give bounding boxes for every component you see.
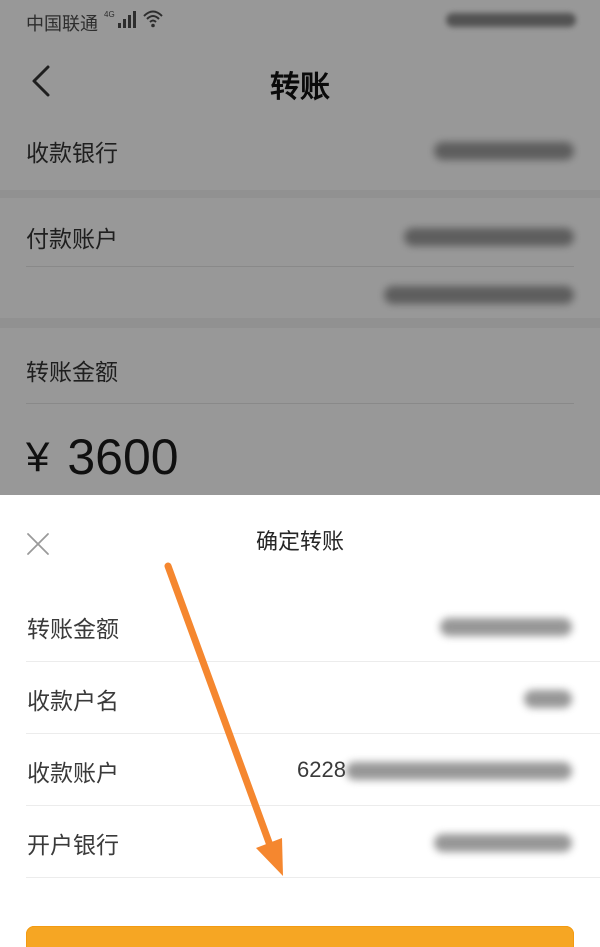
confirm-transfer-button[interactable] — [26, 926, 574, 947]
sheet-title: 确定转账 — [255, 530, 344, 555]
detail-label: 收款户名 — [27, 689, 119, 715]
transfer-amount-value-blurred — [440, 618, 572, 636]
detail-divider — [26, 877, 600, 878]
confirm-transfer-sheet: 确定转账 转账金额 收款户名 收款账户 6228 开户银行 — [0, 495, 600, 947]
detail-label: 开户银行 — [27, 833, 119, 859]
transfer-details-list: 转账金额 收款户名 收款账户 6228 开户银行 — [0, 590, 600, 878]
detail-row-payee-name: 收款户名 — [0, 662, 600, 734]
transfer-screen: 中国联通 4G 转账 收款银行 付款账户 转账金额 ¥ 3600 确定转账 转账… — [0, 0, 600, 947]
detail-row-transfer-amount: 转账金额 — [0, 590, 600, 662]
detail-row-bank-name: 开户银行 — [0, 806, 600, 878]
payee-name-value-blurred — [524, 690, 572, 708]
detail-row-payee-account: 收款账户 6228 — [0, 734, 600, 806]
sheet-header: 确定转账 — [0, 495, 600, 590]
payee-account-visible-prefix: 6228 — [297, 757, 346, 782]
detail-label: 转账金额 — [27, 617, 119, 643]
bank-name-value-blurred — [434, 834, 572, 852]
detail-label: 收款账户 — [27, 761, 119, 787]
payee-account-value-blurred — [346, 762, 572, 780]
